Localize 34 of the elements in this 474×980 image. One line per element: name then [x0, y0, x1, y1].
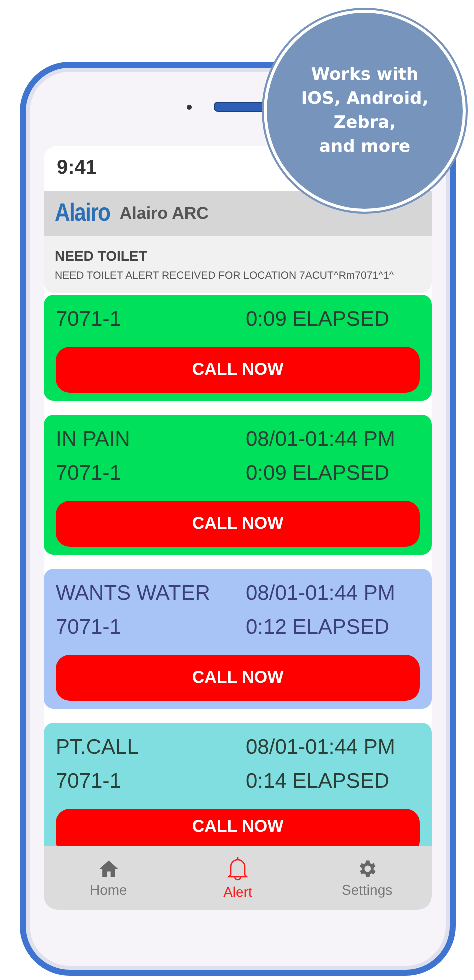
badge-text: and more — [320, 137, 410, 157]
badge-text: Works with — [311, 65, 419, 85]
notification-banner[interactable]: NEED TOILET NEED TOILET ALERT RECEIVED FOR LOCATION 7ACUT^Rm7071^1^ — [44, 236, 432, 293]
status-time: 9:41 — [57, 157, 98, 180]
nav-tab[interactable]: Alert — [182, 856, 293, 900]
elapsed-time: 0:12 ELAPSED — [246, 615, 391, 641]
notification-message: NEED TOILET ALERT RECEIVED FOR LOCATION 7ACUT^Rm7071^1^ — [55, 270, 396, 282]
notification-title: NEED TOILET — [55, 248, 148, 264]
alert-time: 08/01-01:44 PM — [246, 735, 396, 761]
call-now-button[interactable]: CALL NOW — [56, 347, 420, 393]
alert-type: PT.CALL — [56, 735, 140, 761]
nav-tab[interactable]: Home — [54, 858, 164, 898]
home-icon — [98, 858, 120, 880]
bell-icon — [226, 856, 250, 882]
elapsed-time: 0:09 ELAPSED — [246, 307, 391, 333]
elapsed-time: 0:14 ELAPSED — [246, 769, 391, 795]
alert-time: 08/01-01:44 PM — [246, 427, 396, 453]
camera-dot — [186, 104, 192, 110]
alert-location: 7071-1 — [56, 307, 122, 333]
alert-location: 7071-1 — [56, 769, 122, 795]
elapsed-time: 0:09 ELAPSED — [246, 461, 391, 487]
call-now-button[interactable]: CALL NOW — [56, 501, 420, 547]
call-now-button[interactable]: CALL NOW — [56, 655, 420, 701]
badge-text: Zebra, — [334, 113, 396, 133]
app-title: Alairo ARC — [120, 204, 209, 224]
alert-location: 7071-1 — [56, 461, 122, 487]
alert-location: 7071-1 — [56, 615, 122, 641]
call-now-button[interactable]: CALL NOW — [56, 809, 420, 846]
logo: Alairo — [55, 199, 110, 228]
badge-text: IOS, Android, — [301, 89, 429, 109]
nav-tab[interactable]: Settings — [312, 858, 422, 898]
alert-type: IN PAIN — [56, 427, 132, 453]
alert-time: 08/01-01:44 PM — [246, 581, 396, 607]
alert-type: WANTS WATER — [56, 581, 212, 607]
